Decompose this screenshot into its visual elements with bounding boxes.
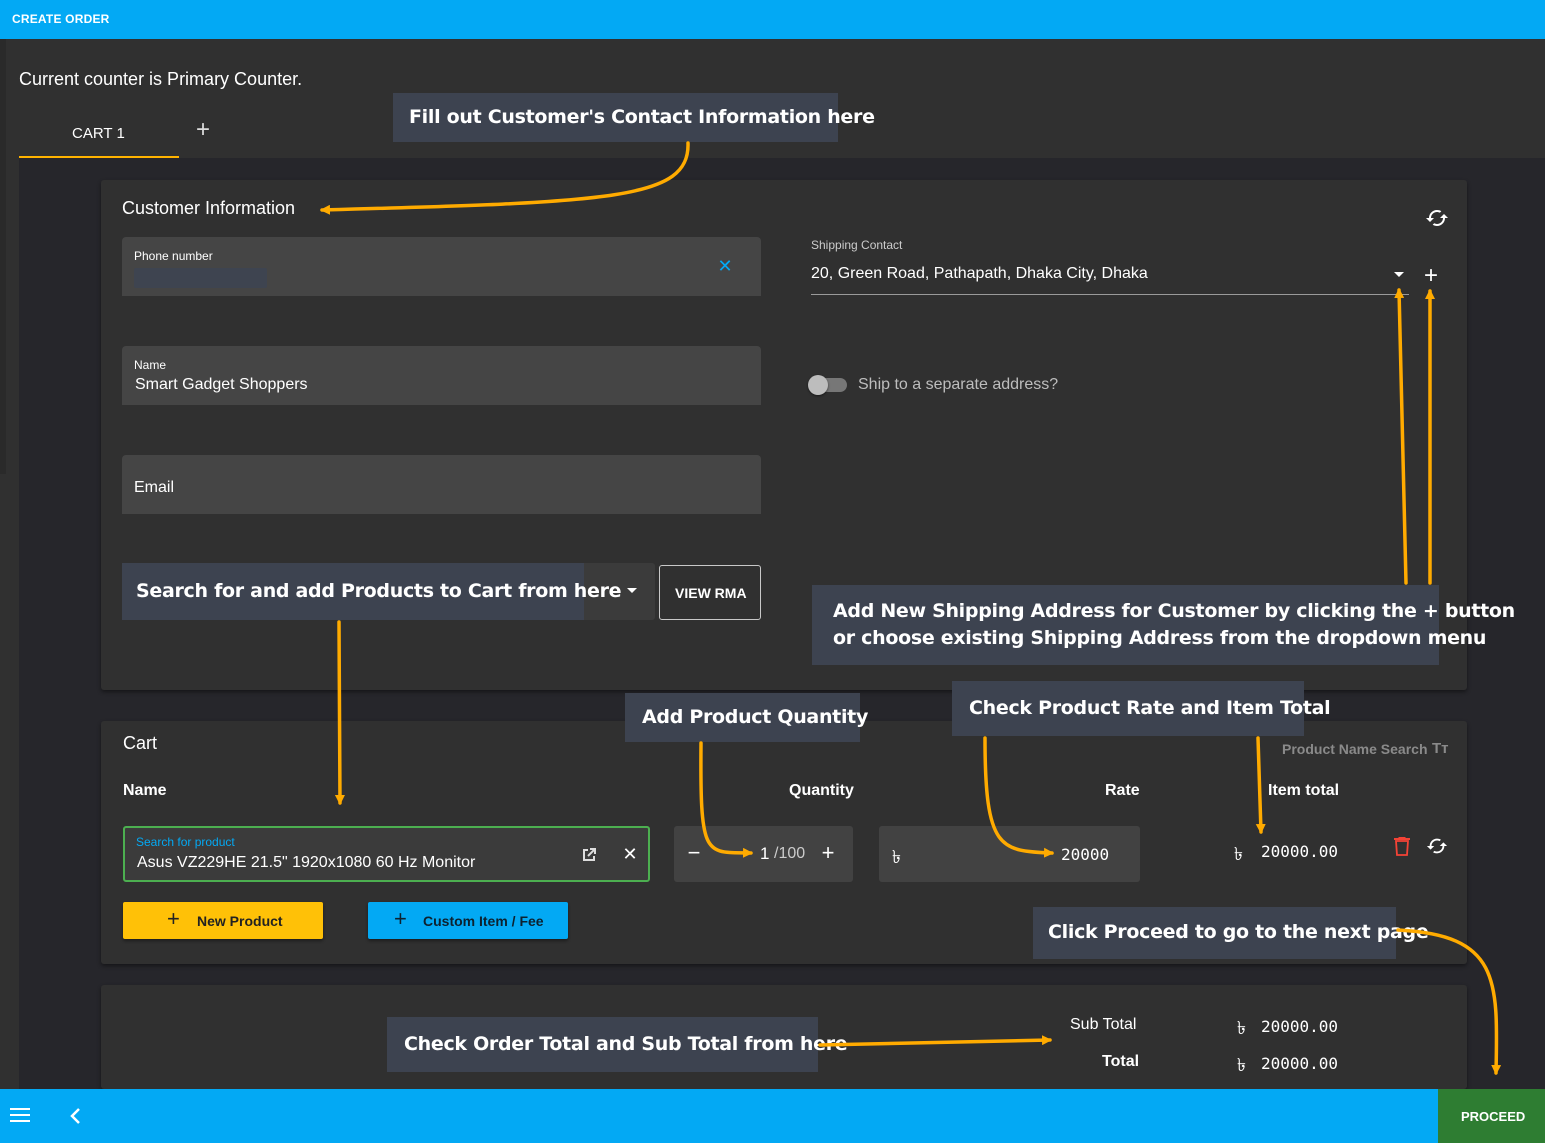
view-rma-label: VIEW RMA [675, 585, 747, 601]
custom-item-label: Custom Item / Fee [423, 913, 544, 929]
name-value: Smart Gadget Shoppers [135, 376, 308, 393]
text-format-icon[interactable]: Tт [1432, 740, 1449, 757]
refresh-icon[interactable] [1425, 206, 1449, 230]
quantity-callout-text: Add Product Quantity [642, 706, 869, 728]
rate-currency: ৳ [892, 847, 901, 867]
contact-callout-text: Fill out Customer's Contact Information … [409, 106, 875, 128]
header-item-total: Item total [1268, 782, 1340, 799]
rate-value[interactable]: 20000 [1061, 845, 1109, 864]
clear-product-icon[interactable]: ✕ [621, 844, 639, 864]
total-label: Total [1102, 1053, 1140, 1070]
email-placeholder: Email [134, 479, 175, 496]
bottom-bar [0, 1089, 1545, 1143]
name-label: Name [134, 358, 167, 372]
header-quantity: Quantity [789, 782, 854, 799]
toggle-thumb [808, 375, 828, 395]
page-title: CREATE ORDER [12, 12, 110, 26]
counter-text: Current counter is Primary Counter. [19, 69, 303, 89]
ship-separate-label: Ship to a separate address? [858, 376, 1059, 393]
phone-number-input[interactable] [134, 268, 267, 288]
new-product-label: New Product [197, 913, 283, 929]
open-in-new-icon[interactable] [579, 845, 599, 865]
email-field[interactable]: Email [122, 455, 761, 514]
add-icon: + [167, 906, 180, 931]
new-product-button[interactable]: + New Product [123, 902, 323, 939]
product-name-search-label: Product Name Search [1282, 741, 1428, 757]
product-search-field[interactable]: Search for product Asus VZ229HE 21.5" 19… [123, 826, 650, 882]
quantity-value[interactable]: 1 [760, 844, 769, 864]
increase-quantity-icon[interactable]: + [819, 841, 837, 865]
delete-icon[interactable] [1393, 836, 1411, 856]
product-name-value: Asus VZ229HE 21.5" 1920x1080 60 Hz Monit… [137, 854, 476, 871]
tab-label: CART 1 [72, 125, 125, 142]
tab-cart-1[interactable]: CART 1 [19, 110, 179, 158]
total-currency: ৳ [1237, 1055, 1246, 1075]
contact-callout: Fill out Customer's Contact Information … [393, 93, 875, 142]
phone-number-label: Phone number [134, 249, 213, 263]
sub-total-currency: ৳ [1237, 1018, 1246, 1038]
view-rma-button[interactable]: VIEW RMA [659, 565, 761, 620]
add-tab-icon[interactable]: + [190, 118, 216, 144]
shipping-contact-value: 20, Green Road, Pathapath, Dhaka City, D… [811, 265, 1148, 282]
sub-total-value: 20000.00 [1261, 1017, 1339, 1036]
phone-number-field[interactable]: Phone number ✕ [122, 237, 761, 296]
total-value: 20000.00 [1261, 1054, 1339, 1073]
menu-icon[interactable] [10, 1107, 30, 1123]
name-field[interactable]: Name Smart Gadget Shoppers [122, 346, 761, 405]
item-total-currency: ৳ [1234, 844, 1243, 864]
top-app-bar: CREATE ORDER [0, 0, 1545, 39]
header-rate: Rate [1105, 782, 1140, 799]
back-icon[interactable] [68, 1105, 84, 1127]
totals-callout: Check Order Total and Sub Total from her… [387, 1017, 848, 1072]
custom-item-button[interactable]: + Custom Item / Fee [368, 902, 568, 939]
proceed-callout: Click Proceed to go to the next page [1033, 907, 1429, 959]
add-shipping-address-icon[interactable]: + [1420, 264, 1442, 288]
decrease-quantity-icon[interactable]: − [685, 841, 703, 865]
dropdown-arrow-icon[interactable] [627, 588, 637, 593]
shipping-dropdown-arrow-icon[interactable] [1394, 272, 1404, 277]
product-search-label: Search for product [136, 835, 235, 849]
totals-callout-text: Check Order Total and Sub Total from her… [404, 1033, 848, 1055]
product-search-select[interactable]: Search for and add Products to Cart from… [122, 563, 655, 620]
rate-field[interactable]: ৳ 20000 [879, 826, 1140, 882]
product-search-callout: Search for and add Products to Cart from… [122, 563, 622, 620]
quantity-max: /100 [774, 845, 806, 862]
customer-information-title: Customer Information [122, 198, 296, 218]
shipping-callout: Add New Shipping Address for Customer by… [812, 585, 1515, 665]
sub-total-label: Sub Total [1070, 1016, 1137, 1033]
shipping-callout-line2: or choose existing Shipping Address from… [833, 627, 1487, 649]
proceed-button[interactable]: PROCEED [1438, 1089, 1545, 1143]
proceed-callout-text: Click Proceed to go to the next page [1048, 921, 1429, 943]
header-name: Name [123, 782, 167, 799]
ship-separate-toggle[interactable] [808, 375, 847, 395]
rate-callout-text: Check Product Rate and Item Total [969, 697, 1331, 719]
shipping-callout-line1: Add New Shipping Address for Customer by… [833, 600, 1515, 622]
clear-phone-icon[interactable]: ✕ [717, 257, 733, 275]
proceed-label: PROCEED [1461, 1109, 1526, 1124]
cart-title: Cart [123, 733, 158, 753]
add-custom-icon: + [394, 906, 407, 931]
shipping-contact-label: Shipping Contact [811, 238, 903, 252]
quantity-stepper[interactable]: − 1 /100 + [674, 826, 853, 882]
refresh-row-icon[interactable] [1426, 835, 1448, 857]
rate-callout: Check Product Rate and Item Total [952, 681, 1331, 736]
shipping-contact-select[interactable]: 20, Green Road, Pathapath, Dhaka City, D… [811, 258, 1409, 295]
quantity-callout: Add Product Quantity [625, 693, 868, 742]
item-total-value: 20000.00 [1261, 842, 1339, 861]
left-edge [0, 39, 6, 474]
